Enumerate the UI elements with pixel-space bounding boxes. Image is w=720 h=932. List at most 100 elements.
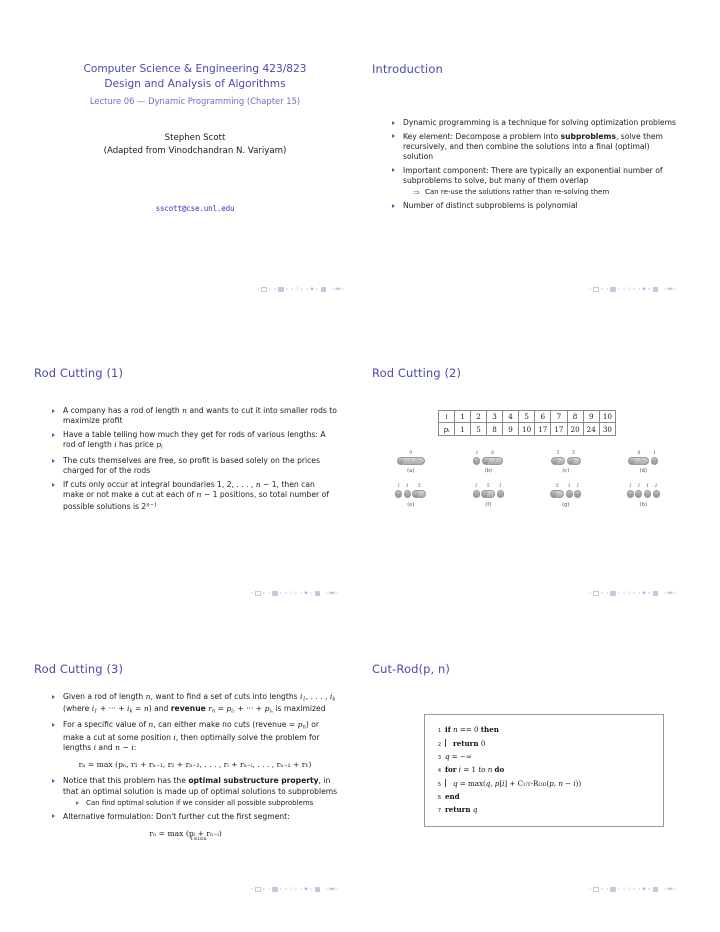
nav-next-frame-icon[interactable]: [280, 888, 283, 891]
nav-prev-section-icon[interactable]: [305, 288, 308, 291]
nav-next-subsection-icon[interactable]: [633, 888, 636, 891]
bullet-list: Given a rod of length n, want to find a …: [52, 692, 338, 753]
nav-prev-frame-icon[interactable]: [605, 592, 608, 595]
nav-next-subsection-icon[interactable]: [633, 288, 636, 291]
nav-prev-slide-icon[interactable]: [588, 888, 591, 891]
nav-prev-slide-icon[interactable]: [588, 288, 591, 291]
nav-prev-section-icon[interactable]: [299, 592, 302, 595]
nav-doc-icons[interactable]: ◁◀▶▷: [332, 287, 345, 292]
list-item-text: A company has a rod of length n and want…: [63, 406, 337, 426]
nav-subsection-icon[interactable]: ◇: [289, 591, 293, 596]
nav-subsection-icon[interactable]: ◇: [289, 887, 293, 892]
nav-prev-slide-icon[interactable]: [256, 288, 259, 291]
nav-prev-frame-icon[interactable]: [267, 888, 270, 891]
nav-subsection-icon[interactable]: ◇: [627, 591, 631, 596]
nav-prev-slide-icon[interactable]: [250, 888, 253, 891]
nav-frame-icon[interactable]: [272, 590, 278, 596]
nav-next-slide-icon[interactable]: [263, 888, 266, 891]
nav-frame-icon[interactable]: [610, 886, 616, 892]
beamer-navigation-bar[interactable]: ◇ ◆ ◁◀▶▷: [250, 590, 339, 596]
nav-next-section-icon[interactable]: [648, 888, 651, 891]
nav-next-frame-icon[interactable]: [618, 592, 621, 595]
nav-presentation-icon[interactable]: [320, 286, 327, 292]
nav-prev-section-icon[interactable]: [637, 288, 640, 291]
nav-frame-icon[interactable]: [610, 590, 616, 596]
nav-frame-icon[interactable]: [272, 886, 278, 892]
nav-frame-icon[interactable]: [278, 286, 284, 292]
nav-next-section-icon[interactable]: [310, 592, 313, 595]
nav-prev-section-icon[interactable]: [299, 888, 302, 891]
rod-piece-price-label: 1: [637, 484, 641, 490]
nav-subsection-icon[interactable]: ◇: [627, 287, 631, 292]
handout-page: Computer Science & Engineering 423/823 D…: [0, 0, 720, 932]
beamer-navigation-bar[interactable]: ◇ ◆ ◁◀▶▷: [588, 590, 677, 596]
nav-prev-frame-icon[interactable]: [605, 888, 608, 891]
nav-next-section-icon[interactable]: [648, 288, 651, 291]
rod-piece-price-label: 1: [646, 484, 650, 490]
nav-next-slide-icon[interactable]: [601, 592, 604, 595]
nav-prev-section-icon[interactable]: [637, 592, 640, 595]
nav-frame-icon[interactable]: [610, 286, 616, 292]
nav-section-icon[interactable]: ◆: [642, 287, 646, 292]
nav-prev-subsection-icon[interactable]: [622, 288, 625, 291]
nav-prev-subsection-icon[interactable]: [284, 888, 287, 891]
nav-doc-icons[interactable]: ◁◀▶▷: [664, 887, 677, 892]
nav-subsection-icon[interactable]: ◇: [295, 287, 299, 292]
nav-next-subsection-icon[interactable]: [295, 888, 298, 891]
nav-next-section-icon[interactable]: [316, 288, 319, 291]
nav-prev-section-icon[interactable]: [637, 888, 640, 891]
nav-next-slide-icon[interactable]: [601, 288, 604, 291]
nav-next-section-icon[interactable]: [648, 592, 651, 595]
nav-slide-icon[interactable]: [593, 286, 599, 292]
beamer-navigation-bar[interactable]: ◇ ◆ ◁◀▶▷: [588, 886, 677, 892]
nav-next-frame-icon[interactable]: [286, 288, 289, 291]
rod-pieces: 9: [396, 445, 425, 465]
nav-prev-subsection-icon[interactable]: [284, 592, 287, 595]
nav-next-slide-icon[interactable]: [601, 888, 604, 891]
nav-slide-icon[interactable]: [255, 590, 261, 596]
nav-prev-frame-icon[interactable]: [273, 288, 276, 291]
nav-slide-icon[interactable]: [593, 886, 599, 892]
nav-subsection-icon[interactable]: ◇: [627, 887, 631, 892]
nav-next-section-icon[interactable]: [310, 888, 313, 891]
nav-next-slide-icon[interactable]: [263, 592, 266, 595]
nav-next-subsection-icon[interactable]: [633, 592, 636, 595]
nav-next-frame-icon[interactable]: [618, 288, 621, 291]
nav-section-icon[interactable]: ◆: [304, 591, 308, 596]
nav-prev-slide-icon[interactable]: [588, 592, 591, 595]
nav-doc-icons[interactable]: ◁◀▶▷: [326, 591, 339, 596]
nav-prev-frame-icon[interactable]: [267, 592, 270, 595]
rod-unit-cell: [652, 490, 660, 499]
beamer-navigation-bar[interactable]: ◇ ◆ ◁◀▶▷: [256, 286, 345, 292]
nav-doc-icons[interactable]: ◁◀▶▷: [664, 287, 677, 292]
nav-next-frame-icon[interactable]: [280, 592, 283, 595]
author-email[interactable]: sscott@cse.unl.edu: [40, 204, 350, 213]
nav-section-icon[interactable]: ◆: [642, 591, 646, 596]
nav-section-icon[interactable]: ◆: [304, 887, 308, 892]
nav-presentation-icon[interactable]: [652, 590, 659, 596]
nav-slide-icon[interactable]: [255, 886, 261, 892]
nav-presentation-icon[interactable]: [314, 886, 321, 892]
rod-pieces: 18: [473, 445, 504, 465]
rod-unit-cell: [472, 490, 480, 499]
beamer-navigation-bar[interactable]: ◇ ◆ ◁◀▶▷: [250, 886, 339, 892]
nav-presentation-icon[interactable]: [652, 886, 659, 892]
nav-prev-subsection-icon[interactable]: [622, 592, 625, 595]
nav-prev-slide-icon[interactable]: [250, 592, 253, 595]
nav-slide-icon[interactable]: [261, 286, 267, 292]
nav-next-subsection-icon[interactable]: [301, 288, 304, 291]
nav-section-icon[interactable]: ◆: [642, 887, 646, 892]
beamer-navigation-bar[interactable]: ◇ ◆ ◁◀▶▷: [588, 286, 677, 292]
nav-next-slide-icon[interactable]: [269, 288, 272, 291]
nav-presentation-icon[interactable]: [314, 590, 321, 596]
nav-prev-subsection-icon[interactable]: [290, 288, 293, 291]
nav-presentation-icon[interactable]: [652, 286, 659, 292]
nav-section-icon[interactable]: ◆: [310, 287, 314, 292]
nav-prev-subsection-icon[interactable]: [622, 888, 625, 891]
nav-next-subsection-icon[interactable]: [295, 592, 298, 595]
nav-next-frame-icon[interactable]: [618, 888, 621, 891]
nav-slide-icon[interactable]: [593, 590, 599, 596]
nav-doc-icons[interactable]: ◁◀▶▷: [664, 591, 677, 596]
nav-prev-frame-icon[interactable]: [605, 288, 608, 291]
nav-doc-icons[interactable]: ◁◀▶▷: [326, 887, 339, 892]
